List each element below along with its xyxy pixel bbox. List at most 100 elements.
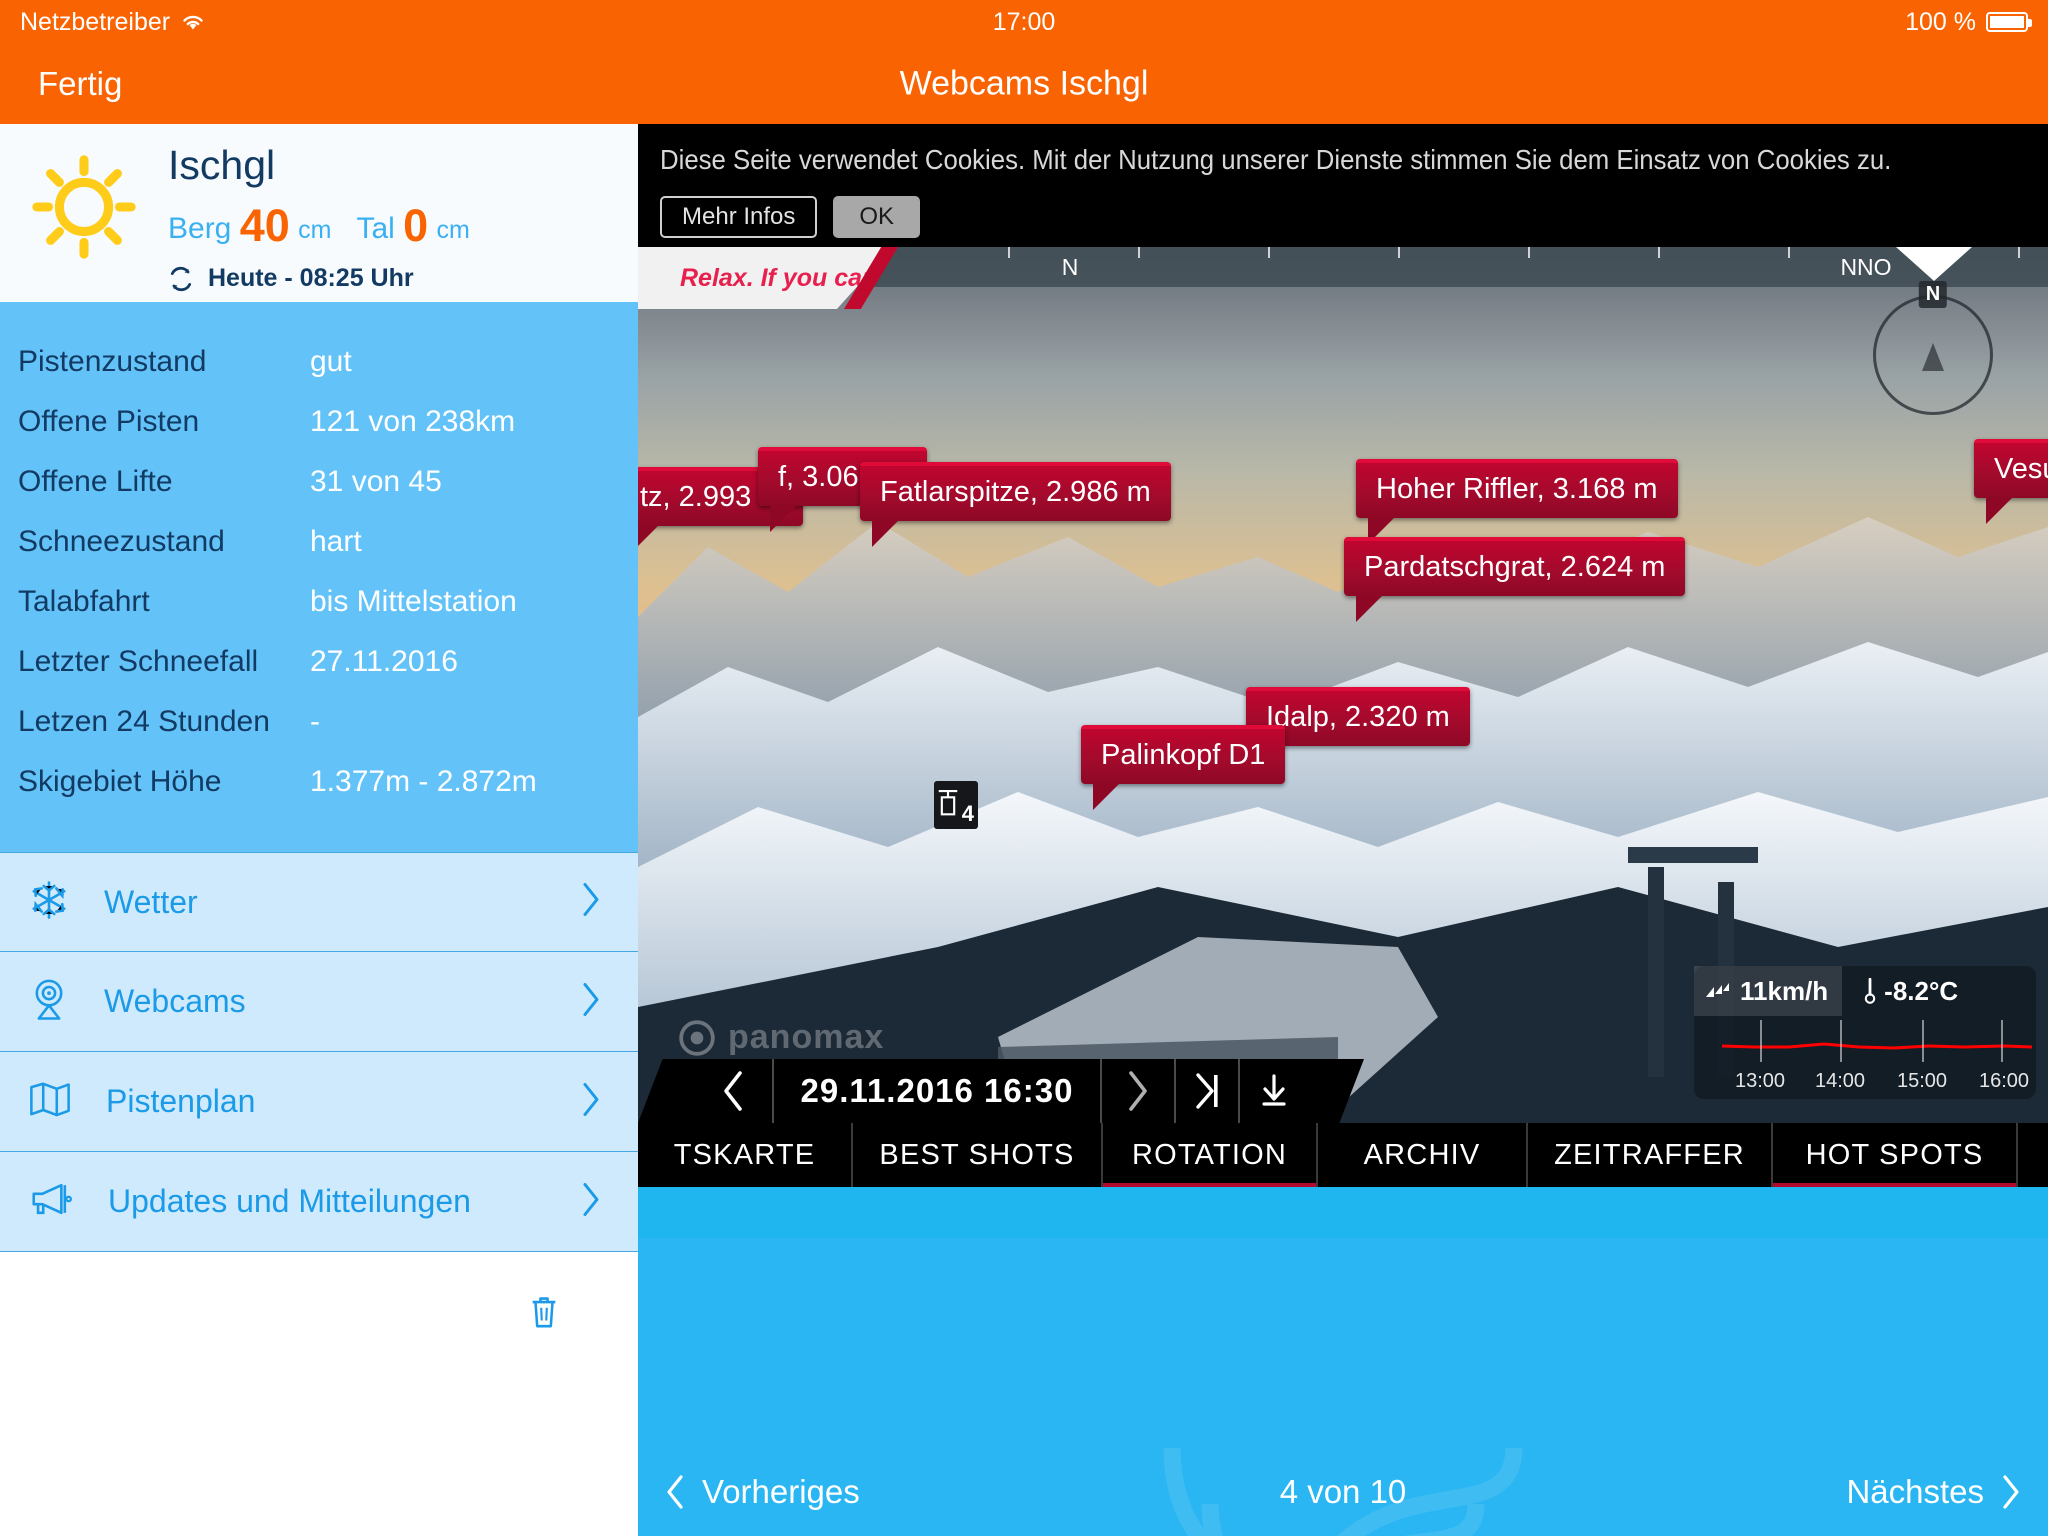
- direction-label-n: N: [1061, 254, 1079, 280]
- tab-hot-spots[interactable]: HOT SPOTS: [1773, 1123, 2018, 1187]
- battery-icon: [1986, 12, 2032, 32]
- compass-needle-icon: [1922, 343, 1944, 371]
- temperature-readout: -8.2°C: [1842, 966, 1958, 1016]
- info-value: bis Mittelstation: [310, 585, 517, 618]
- player-next-button[interactable]: [1102, 1059, 1174, 1123]
- skip-to-end-icon: [1196, 1073, 1218, 1109]
- hotspot-tail-icon: [1986, 498, 2012, 524]
- hotspot-callout[interactable]: Vesuls: [1974, 439, 2048, 524]
- hotspot-callout[interactable]: Pardatschgrat, 2.624 m: [1344, 537, 1686, 622]
- more-info-button[interactable]: Mehr Infos: [660, 196, 818, 238]
- refresh-icon[interactable]: [168, 266, 194, 292]
- tab-best-shots[interactable]: BEST SHOTS: [853, 1123, 1103, 1187]
- carrier-label: Netzbetreiber: [20, 7, 171, 36]
- snow-depth-line: Berg 40 cm Tal 0 cm: [168, 200, 470, 252]
- webcam-pager: Vorheriges 4 von 10 Nächstes: [638, 1448, 2048, 1536]
- last-updated-row[interactable]: Heute - 08:25 Uhr: [168, 264, 414, 293]
- map-icon: [28, 1080, 72, 1123]
- hotspot-tail-icon: [770, 506, 796, 532]
- tab-tskarte[interactable]: TSKARTE: [638, 1123, 853, 1187]
- app-root: Netzbetreiber 17:00 100 % Fertig Webcams…: [0, 0, 2048, 1536]
- info-key: Pistenzustand: [18, 345, 207, 378]
- chevron-left-icon: [724, 1071, 742, 1111]
- hotspot-tail-icon: [638, 526, 658, 552]
- tal-unit: cm: [436, 216, 470, 244]
- info-row: Offene Pisten 121 von 238km: [0, 392, 638, 452]
- compass-widget[interactable]: N: [1873, 281, 1993, 415]
- player-timestamp[interactable]: 29.11.2016 16:30: [772, 1059, 1102, 1123]
- player-download-button[interactable]: [1238, 1059, 1308, 1123]
- info-value: gut: [310, 345, 352, 378]
- info-key: Talabfahrt: [18, 585, 150, 618]
- player-bar-right-edge: [1308, 1059, 1364, 1123]
- hotspot-callout[interactable]: Hoher Riffler, 3.168 m: [1356, 459, 1678, 544]
- cookie-banner: Diese Seite verwendet Cookies. Mit der N…: [638, 124, 2048, 247]
- snowflake-icon: [28, 879, 70, 926]
- wind-readout: 11km/h: [1694, 966, 1843, 1016]
- info-key: Offene Lifte: [18, 465, 173, 498]
- battery-label: 100 %: [1905, 7, 1976, 36]
- chevron-right-icon: [580, 981, 602, 1022]
- temperature-value: -8.2°C: [1884, 975, 1959, 1006]
- sidebar-item-pistenplan[interactable]: Pistenplan: [0, 1052, 638, 1152]
- next-webcam-button[interactable]: Nächstes: [1846, 1473, 2022, 1511]
- chevron-right-icon: [580, 1081, 602, 1122]
- tab-archiv[interactable]: ARCHIV: [1318, 1123, 1528, 1187]
- compass-north-label: N: [1918, 281, 1948, 308]
- player-bar: 29.11.2016 16:30: [638, 1059, 2048, 1123]
- hotspot-callout[interactable]: Fatlarspitze, 2.986 m: [860, 462, 1171, 547]
- trash-icon[interactable]: [527, 1293, 561, 1331]
- hotspot-label: Pardatschgrat, 2.624 m: [1344, 537, 1686, 596]
- tab-zeitraffer[interactable]: ZEITRAFFER: [1528, 1123, 1773, 1187]
- next-webcam-label: Nächstes: [1846, 1473, 1984, 1510]
- hotspot-label: Vesuls: [1974, 439, 2048, 498]
- last-updated-label: Heute - 08:25 Uhr: [208, 264, 414, 292]
- resort-info-table: Pistenzustand gut Offene Pisten 121 von 238…: [0, 302, 638, 852]
- sidebar-item-label: Webcams: [104, 983, 246, 1019]
- info-value: 1.377m - 2.872m: [310, 765, 537, 798]
- download-icon: [1262, 1074, 1286, 1106]
- info-value: 121 von 238km: [310, 405, 516, 438]
- player-bar-left-edge: [638, 1059, 694, 1123]
- webcam-panel: Diese Seite verwendet Cookies. Mit der N…: [638, 124, 2048, 1536]
- sidebar-item-wetter[interactable]: Wetter: [0, 852, 638, 952]
- hotspot-label: Palinkopf D1: [1081, 725, 1286, 784]
- tab-rotation[interactable]: ROTATION: [1103, 1123, 1318, 1187]
- spot-count-marker[interactable]: 4: [934, 781, 978, 829]
- wifi-icon: [183, 15, 203, 30]
- sidebar-item-webcams[interactable]: Webcams: [0, 952, 638, 1052]
- nav-bar: Fertig Webcams Ischgl: [0, 44, 2048, 124]
- info-key: Letzter Schneefall: [18, 645, 259, 678]
- hotspot-callout[interactable]: Palinkopf D1: [1081, 725, 1286, 810]
- info-row: Letzen 24 Stunden -: [0, 692, 638, 752]
- hotspot-label: Hoher Riffler, 3.168 m: [1356, 459, 1678, 518]
- sidebar-menu: Wetter Webcams Pistenplan Updates und Mitte…: [0, 852, 638, 1252]
- webcam-image[interactable]: N NNO Relax. If you can ... N tz, 2.993 …: [638, 247, 2048, 1187]
- direction-label-nno: NNO: [1840, 254, 1892, 280]
- sidebar-item-updates[interactable]: Updates und Mitteilungen: [0, 1152, 638, 1252]
- resort-name: Ischgl: [168, 142, 276, 188]
- megaphone-icon: [28, 1180, 74, 1223]
- sidebar-item-label: Wetter: [104, 883, 198, 920]
- cookie-ok-button[interactable]: OK: [833, 196, 921, 238]
- player-bar-spacer: [1364, 1059, 2048, 1123]
- hotspot-label: Fatlarspitze, 2.986 m: [860, 462, 1171, 521]
- info-value: 31 von 45: [310, 465, 442, 498]
- gondola-icon: [938, 790, 958, 816]
- chevron-right-icon: [580, 1181, 602, 1222]
- hotspot-tail-icon: [1093, 784, 1119, 810]
- wind-value: 11km/h: [1740, 975, 1829, 1006]
- status-bar-right: 100 %: [1905, 7, 2032, 37]
- player-prev-button[interactable]: [694, 1059, 772, 1123]
- info-key: Offene Pisten: [18, 405, 200, 438]
- sidebar: Ischgl Berg 40 cm Tal 0 cm Heute - 08:25…: [0, 124, 638, 1536]
- resort-header: Ischgl Berg 40 cm Tal 0 cm Heute - 08:25…: [0, 124, 638, 302]
- status-bar: Netzbetreiber 17:00 100 %: [0, 0, 2048, 44]
- sun-icon: [32, 155, 136, 259]
- info-row: Offene Lifte 31 von 45: [0, 452, 638, 512]
- panomax-watermark-text: panomax: [728, 1018, 885, 1056]
- player-skip-to-end-button[interactable]: [1174, 1059, 1238, 1123]
- wind-icon: [1706, 983, 1729, 997]
- webcam-icon: [28, 977, 70, 1026]
- tal-label: Tal: [356, 212, 395, 245]
